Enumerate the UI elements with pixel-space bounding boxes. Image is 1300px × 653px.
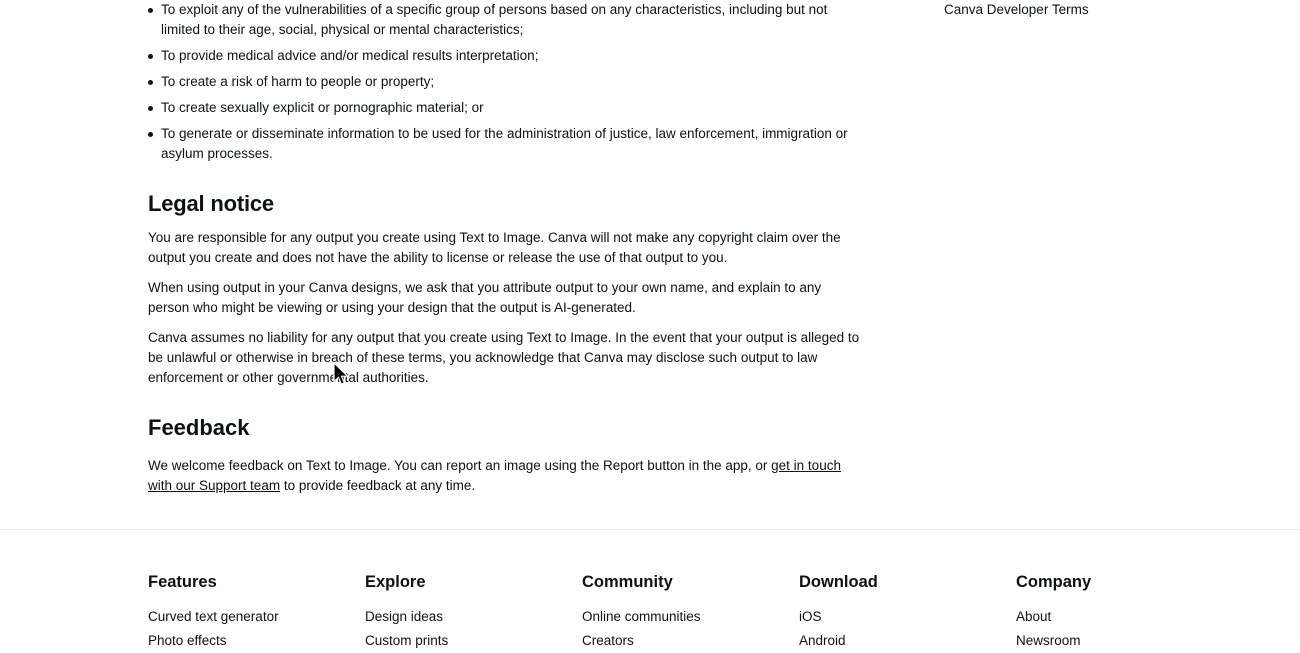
footer-column-download: Download iOS Android — [799, 572, 1016, 648]
footer-link[interactable]: Newsroom — [1016, 633, 1081, 648]
canva-developer-terms-link[interactable]: Canva Developer Terms — [944, 2, 1089, 17]
footer-link-item[interactable]: Design ideas — [365, 605, 582, 629]
footer-column-community: Community Online communities Creators — [582, 572, 799, 648]
footer-link[interactable]: Photo effects — [148, 633, 227, 648]
footer-link[interactable]: About — [1016, 609, 1051, 624]
legal-notice-paragraph-2: When using output in your Canva designs,… — [148, 280, 822, 315]
footer-links-community: Online communities Creators — [582, 605, 799, 653]
footer-link-item[interactable]: Photo effects — [148, 629, 365, 653]
list-item: To exploit any of the vulnerabilities of… — [148, 0, 860, 40]
footer-heading-features: Features — [148, 573, 217, 591]
footer-link-item[interactable]: Curved text generator — [148, 605, 365, 629]
footer-heading-download: Download — [799, 573, 878, 591]
feedback-text-before: We welcome feedback on Text to Image. Yo… — [148, 458, 772, 473]
legal-notice-paragraph-1: You are responsible for any output you c… — [148, 230, 841, 265]
footer-column-explore: Explore Design ideas Custom prints — [365, 572, 582, 648]
footer-link-item[interactable]: Newsroom — [1016, 629, 1216, 653]
footer-heading-community: Community — [582, 573, 673, 591]
footer-links-download: iOS Android — [799, 605, 1016, 653]
footer-link[interactable]: Online communities — [582, 609, 701, 624]
footer-link-item[interactable]: iOS — [799, 605, 1016, 629]
footer-links-company: About Newsroom — [1016, 605, 1216, 653]
footer-link-item[interactable]: Custom prints — [365, 629, 582, 653]
footer-link[interactable]: Curved text generator — [148, 609, 279, 624]
footer-links-explore: Design ideas Custom prints — [365, 605, 582, 653]
footer-link-item[interactable]: Online communities — [582, 605, 799, 629]
document-content: To exploit any of the vulnerabilities of… — [148, 0, 860, 496]
footer-link[interactable]: Android — [799, 633, 846, 648]
footer-links-features: Curved text generator Photo effects — [148, 605, 365, 653]
footer-column-features: Features Curved text generator Photo eff… — [148, 572, 365, 648]
footer-heading-explore: Explore — [365, 573, 426, 591]
footer-link[interactable]: Design ideas — [365, 609, 443, 624]
footer-link[interactable]: iOS — [799, 609, 822, 624]
feedback-heading: Feedback — [148, 415, 250, 440]
list-item: To provide medical advice and/or medical… — [148, 46, 860, 66]
footer-heading-company: Company — [1016, 573, 1092, 591]
footer-link-item[interactable]: Android — [799, 629, 1016, 653]
footer-link-item[interactable]: About — [1016, 605, 1216, 629]
list-item: To generate or disseminate information t… — [148, 124, 860, 164]
footer-link-item[interactable]: Creators — [582, 629, 799, 653]
legal-notice-paragraph-3: Canva assumes no liability for any outpu… — [148, 330, 860, 385]
footer-link[interactable]: Custom prints — [365, 633, 448, 648]
feedback-paragraph: We welcome feedback on Text to Image. Yo… — [148, 456, 860, 496]
site-footer: Features Curved text generator Photo eff… — [0, 530, 1300, 648]
legal-notice-heading: Legal notice — [148, 191, 274, 216]
prohibited-uses-list: To exploit any of the vulnerabilities of… — [148, 0, 860, 164]
developer-terms-link-container: Canva Developer Terms — [944, 0, 1300, 20]
footer-column-company: Company About Newsroom — [1016, 572, 1216, 648]
feedback-text-after: to provide feedback at any time. — [280, 478, 476, 493]
footer-link[interactable]: Creators — [582, 633, 634, 648]
list-item: To create a risk of harm to people or pr… — [148, 72, 860, 92]
list-item: To create sexually explicit or pornograp… — [148, 98, 860, 118]
